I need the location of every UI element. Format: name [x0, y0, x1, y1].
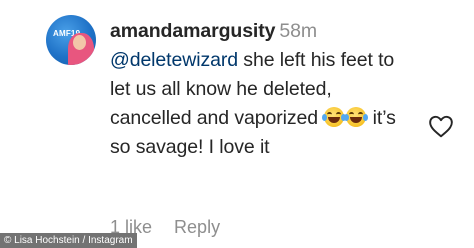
avatar[interactable]: AMF19 — [46, 15, 96, 65]
comment-mention[interactable]: @deletewizard — [110, 49, 238, 71]
face-with-tears-of-joy-icon — [322, 107, 347, 127]
face-with-tears-of-joy-icon — [344, 107, 369, 127]
comment-username[interactable]: amandamargusity — [110, 20, 276, 42]
avatar-face-shape — [73, 35, 86, 50]
heart-icon[interactable] — [428, 114, 454, 138]
comment-body: amandamargusity 58m @deletewizard she lef… — [110, 17, 400, 162]
photo-credit: © Lisa Hochstein / Instagram — [0, 233, 137, 248]
reply-button[interactable]: Reply — [174, 217, 220, 237]
comment-time: 58m — [279, 20, 318, 42]
